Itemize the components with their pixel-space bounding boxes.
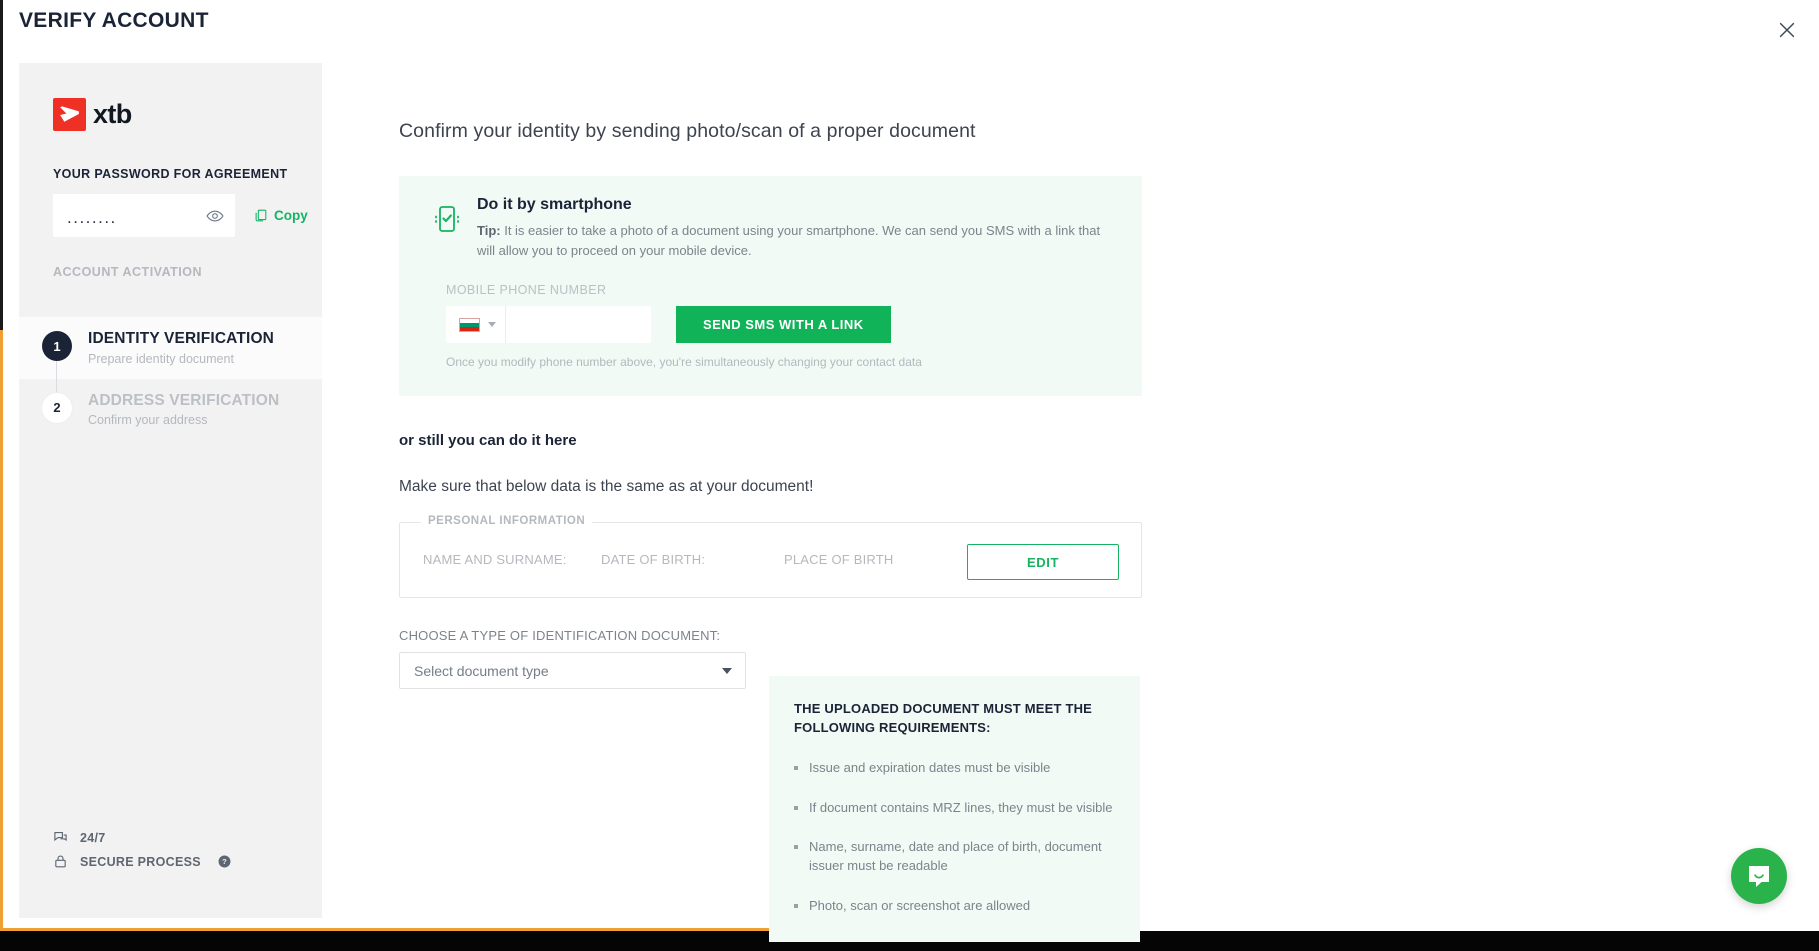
- phone-input-group: [446, 306, 703, 343]
- step-subtitle: Confirm your address: [88, 413, 208, 428]
- close-icon[interactable]: [1776, 19, 1798, 41]
- lock-icon: [53, 854, 68, 869]
- document-type-select[interactable]: Select document type: [399, 652, 746, 689]
- smartphone-panel: Do it by smartphone Tip: It is easier to…: [399, 176, 1142, 396]
- list-item: Photo, scan or screenshot are allowed: [794, 897, 1114, 916]
- country-code-select[interactable]: [446, 306, 506, 343]
- password-row: ........ Copy: [53, 194, 308, 237]
- copy-password-button[interactable]: Copy: [253, 208, 308, 223]
- account-activation-label: ACCOUNT ACTIVATION: [53, 265, 203, 279]
- main-content: Confirm your identity by sending photo/s…: [399, 63, 1579, 689]
- step-title: IDENTITY VERIFICATION: [88, 330, 275, 347]
- personal-information-fieldset: PERSONAL INFORMATION NAME AND SURNAME: D…: [399, 515, 1142, 598]
- brand-logo: xtb: [53, 98, 132, 131]
- copy-icon: [253, 208, 268, 223]
- list-item: If document contains MRZ lines, they mus…: [794, 799, 1114, 818]
- password-value: ........: [67, 208, 117, 227]
- chat-icon: [53, 830, 68, 845]
- document-requirements-title: THE UPLOADED DOCUMENT MUST MEET THE FOLL…: [794, 701, 1093, 735]
- edit-personal-information-button[interactable]: EDIT: [967, 544, 1119, 580]
- date-of-birth-label: DATE OF BIRTH:: [601, 552, 706, 567]
- smartphone-check-icon: [430, 202, 464, 236]
- step-subtitle: Prepare identity document: [88, 351, 234, 366]
- list-item: Issue and expiration dates must be visib…: [794, 759, 1114, 778]
- step-title: ADDRESS VERIFICATION: [88, 391, 280, 409]
- verify-account-page: VERIFY ACCOUNT xtb YOUR PASSWORD FOR AGR…: [0, 0, 1819, 951]
- help-circle-icon[interactable]: ?: [218, 855, 231, 868]
- secure-process-label: SECURE PROCESS: [80, 854, 201, 869]
- list-item: Name, surname, date and place of birth, …: [794, 838, 1114, 876]
- smartphone-panel-tip: Tip: It is easier to take a photo of a d…: [477, 221, 1118, 260]
- sidebar-footer: 24/7 SECURE PROCESS ?: [53, 830, 231, 878]
- chat-launcher-button[interactable]: [1731, 848, 1787, 904]
- xtb-logo-icon: [53, 98, 86, 131]
- sidebar: xtb YOUR PASSWORD FOR AGREEMENT ........: [19, 63, 322, 918]
- phone-number-input[interactable]: [506, 306, 703, 343]
- secure-process-row: SECURE PROCESS ?: [53, 854, 231, 869]
- steps-list: 1 IDENTITY VERIFICATION Prepare identity…: [19, 317, 322, 440]
- tip-prefix: Tip:: [477, 223, 501, 238]
- chevron-down-icon: [488, 322, 496, 327]
- password-input[interactable]: ........: [53, 194, 235, 237]
- sidebar-top-panel: xtb YOUR PASSWORD FOR AGREEMENT ........: [19, 63, 322, 284]
- alternative-heading: or still you can do it here: [399, 432, 577, 449]
- copy-label: Copy: [274, 208, 308, 223]
- page-title: VERIFY ACCOUNT: [19, 9, 209, 32]
- phone-row: SEND SMS WITH A LINK: [446, 306, 1118, 343]
- support-availability: 24/7: [53, 830, 231, 845]
- main-heading: Confirm your identity by sending photo/s…: [399, 120, 976, 142]
- tip-text: It is easier to take a photo of a docume…: [477, 223, 1101, 258]
- name-and-surname-label: NAME AND SURNAME:: [423, 552, 567, 567]
- sidebar-item-identity-verification[interactable]: 1 IDENTITY VERIFICATION Prepare identity…: [19, 317, 322, 407]
- password-label: YOUR PASSWORD FOR AGREEMENT: [53, 167, 288, 181]
- document-requirements-list: Issue and expiration dates must be visib…: [794, 759, 1114, 916]
- smartphone-panel-title: Do it by smartphone: [477, 196, 632, 213]
- support-availability-label: 24/7: [80, 830, 106, 845]
- document-type-value: Select document type: [414, 662, 549, 679]
- mobile-phone-label: MOBILE PHONE NUMBER: [446, 283, 607, 297]
- window-left-edge-dark: [0, 0, 3, 330]
- document-requirements-box: THE UPLOADED DOCUMENT MUST MEET THE FOLL…: [769, 676, 1140, 942]
- chevron-down-icon: [722, 667, 732, 674]
- window-left-edge-orange: [0, 330, 3, 931]
- sidebar-item-address-verification[interactable]: 2 ADDRESS VERIFICATION Confirm your addr…: [19, 379, 322, 441]
- step-number-badge: 2: [42, 392, 72, 423]
- data-match-notice: Make sure that below data is the same as…: [399, 478, 814, 495]
- send-sms-button[interactable]: SEND SMS WITH A LINK: [676, 306, 891, 343]
- step-number-badge: 1: [42, 331, 72, 361]
- document-type-label: CHOOSE A TYPE OF IDENTIFICATION DOCUMENT…: [399, 628, 721, 643]
- chat-smile-icon: [1745, 862, 1773, 890]
- bulgaria-flag-icon: [459, 317, 480, 332]
- brand-name: xtb: [93, 99, 132, 129]
- phone-change-note: Once you modify phone number above, you'…: [446, 355, 922, 369]
- svg-text:?: ?: [222, 857, 227, 866]
- eye-icon[interactable]: [206, 207, 224, 225]
